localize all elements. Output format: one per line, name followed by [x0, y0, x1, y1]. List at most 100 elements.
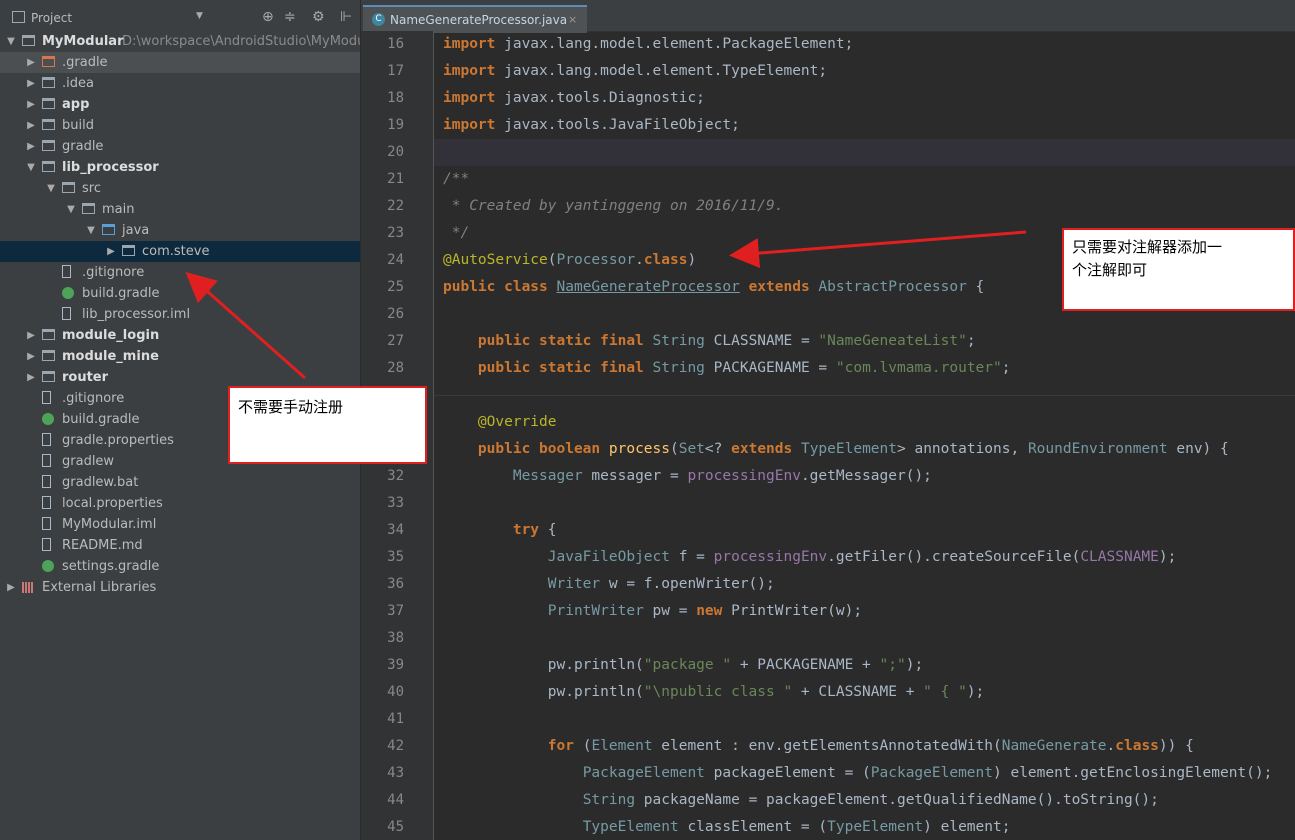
code-text: JavaFileObject f = processingEnv.getFile… [547, 549, 1177, 565]
gear-icon[interactable]: ⚙ [312, 9, 325, 25]
tree-item-label: module_mine [62, 349, 159, 364]
code-line[interactable]: 40 pw.println("\npublic class " + CLASSN… [387, 679, 1295, 706]
tree-item[interactable]: ▶ router [0, 367, 360, 388]
code-line[interactable]: 19 import javax.tools.JavaFileObject; [387, 112, 1295, 139]
tree-item[interactable]: lib_processor.iml [0, 304, 360, 325]
collapsed-arrow-icon[interactable]: ▶ [26, 136, 36, 157]
collapsed-arrow-icon[interactable]: ▶ [26, 94, 36, 115]
tree-item[interactable]: settings.gradle [0, 556, 360, 577]
code-line[interactable]: 32 Messager messager = processingEnv.get… [387, 463, 1295, 490]
module-icon [42, 371, 55, 382]
line-number: 39 [387, 657, 404, 673]
tree-item[interactable]: .gitignore [0, 262, 360, 283]
method-separator [434, 395, 1295, 396]
tree-item[interactable]: ▼ lib_processor [0, 157, 360, 178]
code-line[interactable]: 43 PackageElement packageElement = (Pack… [387, 760, 1295, 787]
tree-item[interactable]: ▶ com.steve [0, 241, 360, 262]
tree-item-label: com.steve [142, 244, 210, 259]
folder-blue-icon [102, 224, 115, 235]
code-line[interactable]: 31 public boolean process(Set<? extends … [387, 436, 1295, 463]
code-line[interactable]: 20 [387, 139, 1295, 166]
collapsed-arrow-icon[interactable]: ▶ [26, 73, 36, 94]
tree-item[interactable]: gradlew.bat [0, 472, 360, 493]
tree-item[interactable]: build.gradle [0, 283, 360, 304]
code-line[interactable]: 38 [387, 625, 1295, 652]
module-icon [42, 161, 55, 172]
code-text: try { [512, 522, 557, 538]
tree-item-label: module_login [62, 328, 160, 343]
code-line[interactable]: 16 import javax.lang.model.element.Packag… [387, 31, 1295, 58]
collapse-icon[interactable]: ≑ [284, 9, 296, 25]
code-line[interactable]: 36 Writer w = f.openWriter(); [387, 571, 1295, 598]
code-line[interactable]: 45 TypeElement classElement = (TypeEleme… [387, 814, 1295, 840]
close-icon[interactable]: × [568, 7, 577, 33]
folder-icon [42, 77, 55, 88]
expanded-arrow-icon[interactable]: ▼ [66, 199, 76, 220]
tree-item-label: .gradle [62, 55, 108, 70]
tree-item-label: local.properties [62, 496, 163, 511]
tree-item[interactable]: ▼ java [0, 220, 360, 241]
line-number: 20 [387, 144, 404, 160]
chevron-down-icon[interactable]: ▼ [196, 11, 203, 21]
line-number: 40 [387, 684, 404, 700]
expanded-arrow-icon[interactable]: ▼ [6, 31, 16, 52]
code-line[interactable]: 27 public static final String CLASSNAME … [387, 328, 1295, 355]
code-area[interactable]: 16 import javax.lang.model.element.Packag… [387, 31, 1295, 840]
expanded-arrow-icon[interactable]: ▼ [26, 157, 36, 178]
collapsed-arrow-icon[interactable]: ▶ [26, 367, 36, 388]
collapsed-arrow-icon[interactable]: ▶ [6, 577, 16, 598]
collapsed-arrow-icon[interactable]: ▶ [106, 241, 116, 262]
project-view-selector[interactable]: Project [12, 11, 72, 25]
expanded-arrow-icon[interactable]: ▼ [46, 178, 56, 199]
code-text: PackageElement packageElement = (Package… [582, 765, 1273, 781]
tree-item[interactable]: ▶ module_mine [0, 346, 360, 367]
tree-item[interactable]: ▶ gradle [0, 136, 360, 157]
tree-item[interactable]: ▶ build [0, 115, 360, 136]
tree-item-label: build.gradle [62, 412, 140, 427]
tree-item[interactable]: ▶ .idea [0, 73, 360, 94]
tree-item[interactable]: MyModular.iml [0, 514, 360, 535]
collapsed-arrow-icon[interactable]: ▶ [26, 325, 36, 346]
line-number: 34 [387, 522, 404, 538]
tree-item[interactable]: local.properties [0, 493, 360, 514]
module-icon [22, 35, 35, 46]
tree-item[interactable]: ▶ app [0, 94, 360, 115]
code-line[interactable]: 17 import javax.lang.model.element.TypeEl… [387, 58, 1295, 85]
code-line[interactable]: 33 [387, 490, 1295, 517]
code-line[interactable]: 21 /** [387, 166, 1295, 193]
line-number: 35 [387, 549, 404, 565]
line-number: 33 [387, 495, 404, 511]
code-line[interactable]: 34 try { [387, 517, 1295, 544]
tree-item[interactable]: ▶ .gradle [0, 52, 360, 73]
code-text: public boolean process(Set<? extends Typ… [477, 441, 1229, 457]
tab-namegenerateprocessor[interactable]: C NameGenerateProcessor.java × [363, 5, 587, 33]
tree-item[interactable]: ▼ main [0, 199, 360, 220]
line-number: 41 [387, 711, 404, 727]
tree-item-label: lib_processor.iml [82, 307, 191, 322]
tree-item-label: src [82, 181, 101, 196]
module-icon [42, 98, 55, 109]
tree-item[interactable]: ▶ module_login [0, 325, 360, 346]
collapsed-arrow-icon[interactable]: ▶ [26, 346, 36, 367]
code-line[interactable]: 18 import javax.tools.Diagnostic; [387, 85, 1295, 112]
target-icon[interactable]: ⊕ [262, 9, 274, 25]
code-line[interactable]: 37 PrintWriter pw = new PrintWriter(w); [387, 598, 1295, 625]
split-icon[interactable]: ⊩ [340, 9, 352, 25]
code-line[interactable]: 30 @Override [387, 409, 1295, 436]
code-line[interactable]: 22 * Created by yantinggeng on 2016/11/9… [387, 193, 1295, 220]
code-line[interactable]: 39 pw.println("package " + PACKAGENAME +… [387, 652, 1295, 679]
expanded-arrow-icon[interactable]: ▼ [86, 220, 96, 241]
gradle-icon [62, 287, 74, 299]
code-line[interactable]: 41 [387, 706, 1295, 733]
tree-item[interactable]: ▶ External Libraries [0, 577, 360, 598]
tree-item[interactable]: ▼ MyModular D:\workspace\AndroidStudio\MyM… [0, 31, 360, 52]
tree-item[interactable]: ▼ src [0, 178, 360, 199]
code-line[interactable]: 35 JavaFileObject f = processingEnv.getF… [387, 544, 1295, 571]
line-number: 25 [387, 279, 404, 295]
collapsed-arrow-icon[interactable]: ▶ [26, 52, 36, 73]
tree-item[interactable]: README.md [0, 535, 360, 556]
code-line[interactable]: 44 String packageName = packageElement.g… [387, 787, 1295, 814]
collapsed-arrow-icon[interactable]: ▶ [26, 115, 36, 136]
code-line[interactable]: 28 public static final String PACKAGENAM… [387, 355, 1295, 382]
code-line[interactable]: 42 for (Element element : env.getElement… [387, 733, 1295, 760]
